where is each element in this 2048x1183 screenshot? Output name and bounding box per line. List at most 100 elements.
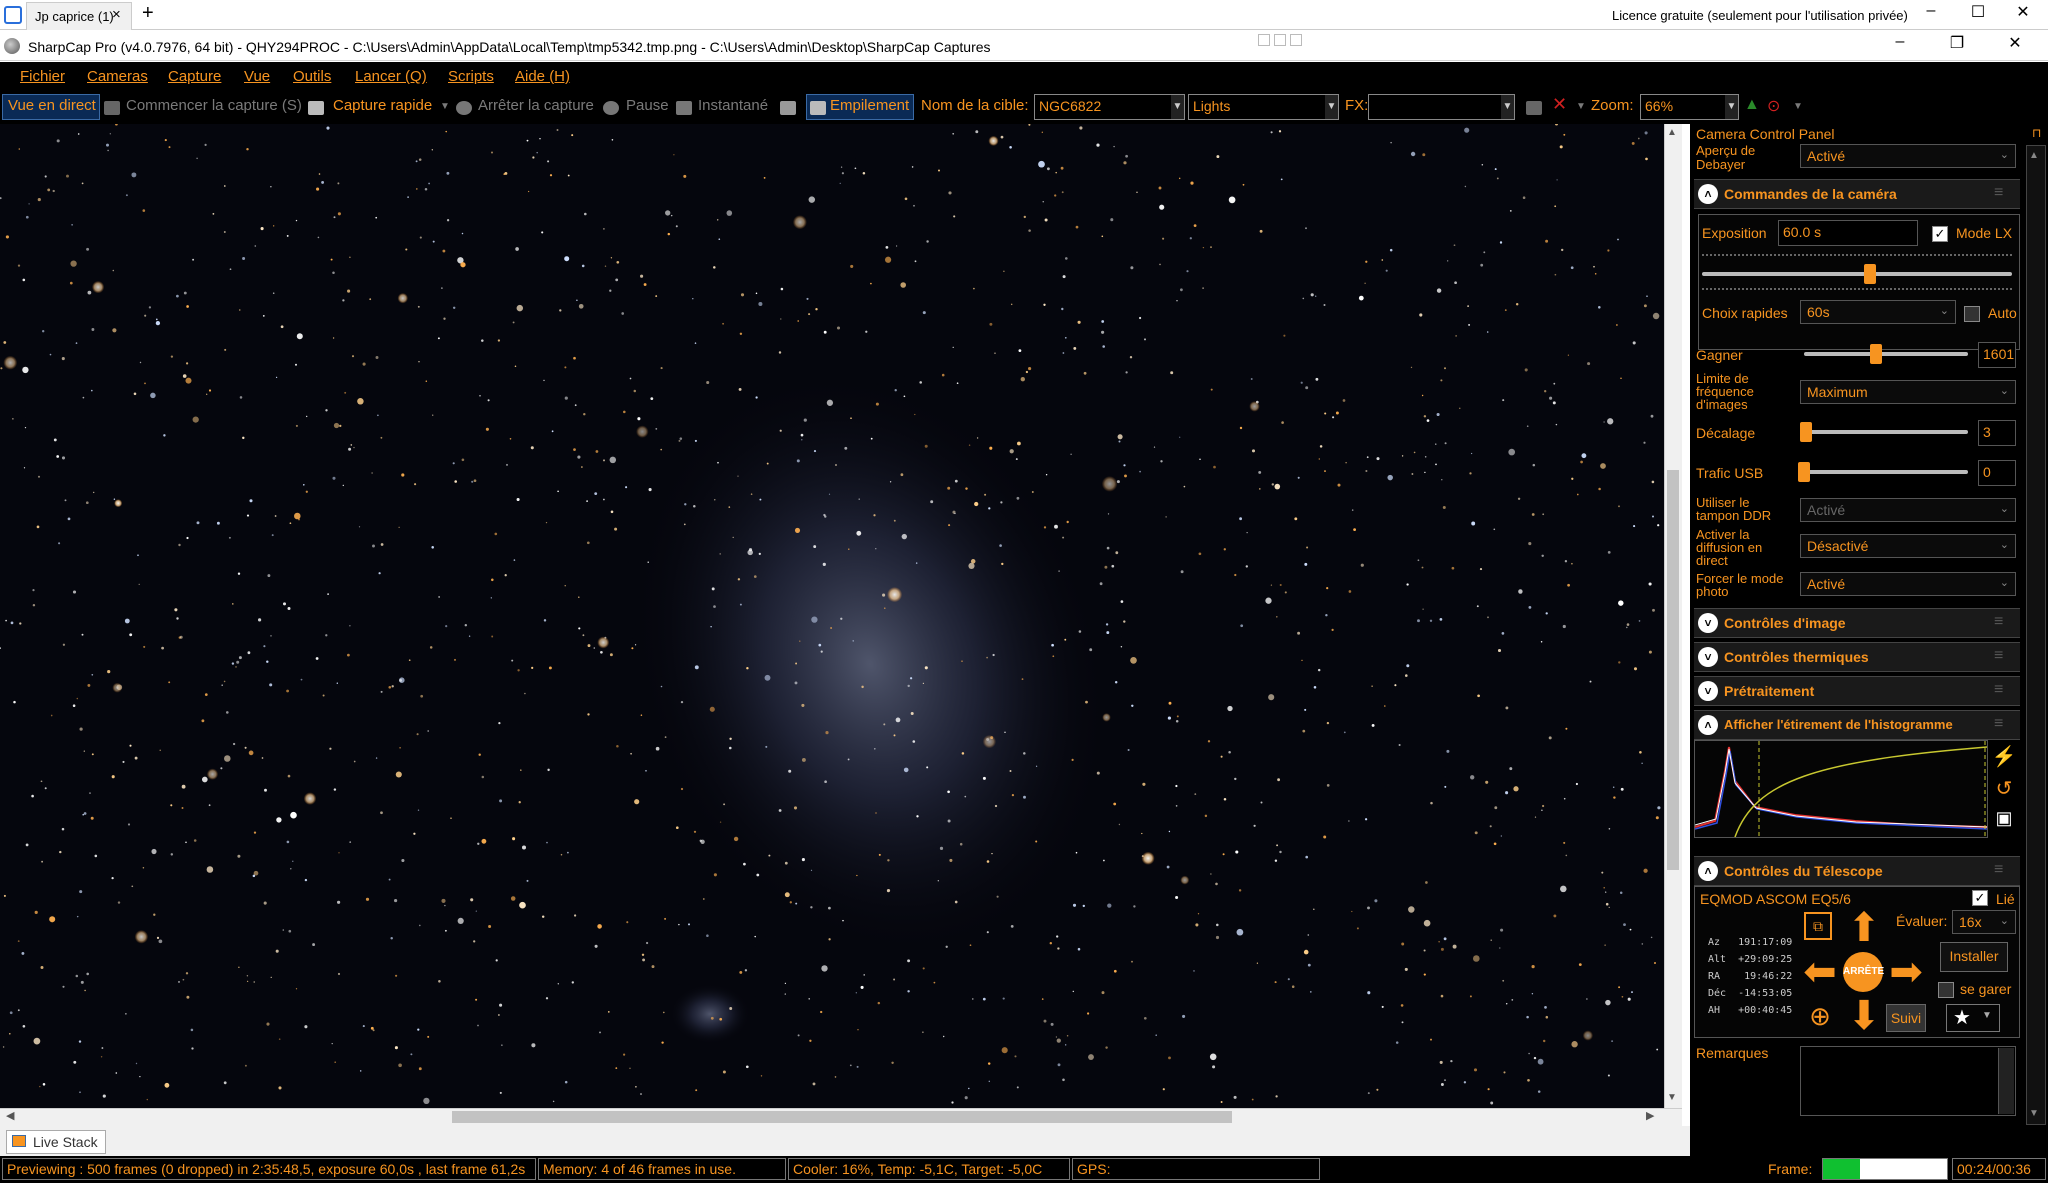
panel-scrollbar[interactable]	[2026, 145, 2046, 1125]
star-dropdown-icon[interactable]: ▼	[1982, 1010, 1992, 1021]
zoom-dropdown-icon[interactable]: ▼	[1725, 94, 1739, 120]
section-menu-icon[interactable]: ≡	[1994, 613, 2003, 631]
display-icon[interactable]	[780, 101, 796, 115]
park-checkbox[interactable]	[1938, 982, 1954, 998]
scroll-up-icon[interactable]: ▲	[1667, 127, 1677, 138]
chevron-up-icon[interactable]: ˄	[1698, 184, 1718, 204]
linked-checkbox[interactable]: ✓	[1972, 890, 1988, 906]
minimize-button[interactable]: –	[1885, 33, 1915, 59]
magnifier-icon[interactable]: ⊙	[1767, 96, 1780, 116]
rate-select[interactable]: 16x ⌄	[1952, 910, 2016, 934]
gain-slider-track[interactable]	[1804, 352, 1968, 356]
offset-slider-thumb[interactable]	[1800, 422, 1812, 442]
image-viewer[interactable]	[0, 124, 1664, 1108]
chevron-down-icon[interactable]: ˅	[1698, 613, 1718, 633]
notes-textarea[interactable]	[1800, 1046, 2016, 1116]
auto-checkbox[interactable]	[1964, 306, 1980, 322]
stop-capture-button[interactable]: Arrêter la capture	[478, 97, 594, 114]
menu-cameras[interactable]: Cameras	[87, 68, 148, 85]
reticle-dropdown-icon[interactable]: ▼	[1576, 101, 1586, 112]
scroll-left-icon[interactable]: ◀	[6, 1109, 14, 1122]
scroll-down-icon[interactable]: ▼	[1667, 1092, 1677, 1103]
menu-vue[interactable]: Vue	[244, 68, 270, 85]
remote-toolbar-icons[interactable]	[1258, 34, 1320, 50]
magnifier-dropdown-icon[interactable]: ▼	[1793, 101, 1803, 112]
reset-icon[interactable]: ↺	[1990, 776, 2018, 804]
horizontal-scroll-thumb[interactable]	[452, 1111, 1232, 1123]
add-tab-icon[interactable]: +	[142, 2, 154, 25]
pin-icon[interactable]: ⊓	[2032, 126, 2041, 140]
section-menu-icon[interactable]: ≡	[1994, 715, 2003, 733]
reticle-icon[interactable]: ✕	[1552, 94, 1567, 115]
grid-icon[interactable]	[1526, 101, 1542, 115]
chevron-down-icon[interactable]: ˅	[1698, 647, 1718, 667]
gain-slider-thumb[interactable]	[1870, 344, 1882, 364]
scroll-right-icon[interactable]: ▶	[1646, 1109, 1654, 1122]
mode-lx-checkbox[interactable]: ✓	[1932, 226, 1948, 242]
usb-input[interactable]: 0	[1978, 460, 2016, 486]
quick-capture-dropdown-icon[interactable]: ▼	[440, 101, 450, 112]
offset-input[interactable]: 3	[1978, 420, 2016, 446]
usb-slider-thumb[interactable]	[1798, 462, 1810, 482]
move-west-button[interactable]: ⬅	[1798, 952, 1842, 992]
section-menu-icon[interactable]: ≡	[1994, 184, 2003, 202]
gain-input[interactable]: 1601	[1978, 342, 2016, 368]
install-button[interactable]: Installer	[1940, 942, 2008, 972]
debayer-select[interactable]: Activé ⌄	[1800, 144, 2016, 168]
chevron-up-icon[interactable]: ˄	[1698, 861, 1718, 881]
close-icon[interactable]: ×	[112, 6, 121, 23]
target-dropdown-icon[interactable]: ▼	[1171, 94, 1185, 120]
notes-scrollbar[interactable]	[1998, 1048, 2014, 1114]
lightning-icon[interactable]: ⚡	[1990, 744, 2018, 772]
fx-select[interactable]	[1368, 94, 1502, 120]
goto-icon[interactable]: ⧉	[1804, 912, 1832, 940]
chevron-down-icon[interactable]: ˅	[1698, 681, 1718, 701]
maximize-button[interactable]: ❐	[1942, 33, 1972, 59]
remote-minimize-button[interactable]: –	[1916, 2, 1946, 28]
framerate-select[interactable]: Maximum ⌄	[1800, 380, 2016, 404]
pause-button[interactable]: Pause	[626, 97, 669, 114]
section-menu-icon[interactable]: ≡	[1994, 647, 2003, 665]
frame-type-dropdown-icon[interactable]: ▼	[1325, 94, 1339, 120]
tracking-button[interactable]: Suivi	[1886, 1004, 1926, 1032]
exposure-input[interactable]: 60.0 s	[1778, 220, 1918, 246]
menu-fichier[interactable]: Fichier	[20, 68, 65, 85]
menu-outils[interactable]: Outils	[293, 68, 331, 85]
usb-slider-track[interactable]	[1804, 470, 1968, 474]
target-icon[interactable]: ⊕	[1806, 1002, 1834, 1030]
histogram-display[interactable]	[1694, 740, 1988, 838]
move-east-button[interactable]: ➡	[1884, 952, 1928, 992]
ddr-select[interactable]: Activé ⌄	[1800, 498, 2016, 522]
zoom-select[interactable]: 66%	[1640, 94, 1726, 120]
move-north-button[interactable]: ⬆	[1842, 908, 1886, 948]
menu-capture[interactable]: Capture	[168, 68, 221, 85]
offset-slider-track[interactable]	[1804, 430, 1968, 434]
section-menu-icon[interactable]: ≡	[1994, 861, 2003, 879]
menu-lancer[interactable]: Lancer (Q)	[355, 68, 427, 85]
target-name-input[interactable]: NGC6822	[1034, 94, 1172, 120]
stop-button[interactable]: ARRÊTE	[1843, 952, 1884, 992]
frame-type-select[interactable]: Lights	[1188, 94, 1326, 120]
exposure-slider-thumb[interactable]	[1864, 264, 1876, 284]
start-capture-button[interactable]: Commencer la capture (S)	[126, 97, 302, 114]
snapshot-button[interactable]: Instantané	[698, 97, 768, 114]
photo-mode-select[interactable]: Activé ⌄	[1800, 572, 2016, 596]
section-menu-icon[interactable]: ≡	[1994, 681, 2003, 699]
quick-capture-button[interactable]: Capture rapide	[333, 97, 432, 114]
panel-scroll-up-icon[interactable]: ▲	[2029, 150, 2043, 166]
broadcast-select[interactable]: Désactivé ⌄	[1800, 534, 2016, 558]
save-icon[interactable]: ▣	[1990, 808, 2018, 836]
quick-choice-select[interactable]: 60s ⌄	[1800, 300, 1956, 324]
histogram-icon[interactable]: ▲	[1744, 96, 1760, 114]
panel-scroll-down-icon[interactable]: ▼	[2029, 1108, 2043, 1124]
move-south-button[interactable]: ⬇	[1842, 996, 1886, 1036]
menu-scripts[interactable]: Scripts	[448, 68, 494, 85]
remote-maximize-button[interactable]: ☐	[1963, 2, 1993, 28]
vertical-scroll-thumb[interactable]	[1667, 470, 1679, 870]
exposure-slider-track[interactable]	[1702, 272, 2012, 276]
close-button[interactable]: ✕	[2000, 33, 2030, 59]
menu-aide[interactable]: Aide (H)	[515, 68, 570, 85]
remote-close-button[interactable]: ✕	[2008, 2, 2038, 28]
chevron-up-icon[interactable]: ˄	[1698, 715, 1718, 735]
fx-dropdown-icon[interactable]: ▼	[1501, 94, 1515, 120]
